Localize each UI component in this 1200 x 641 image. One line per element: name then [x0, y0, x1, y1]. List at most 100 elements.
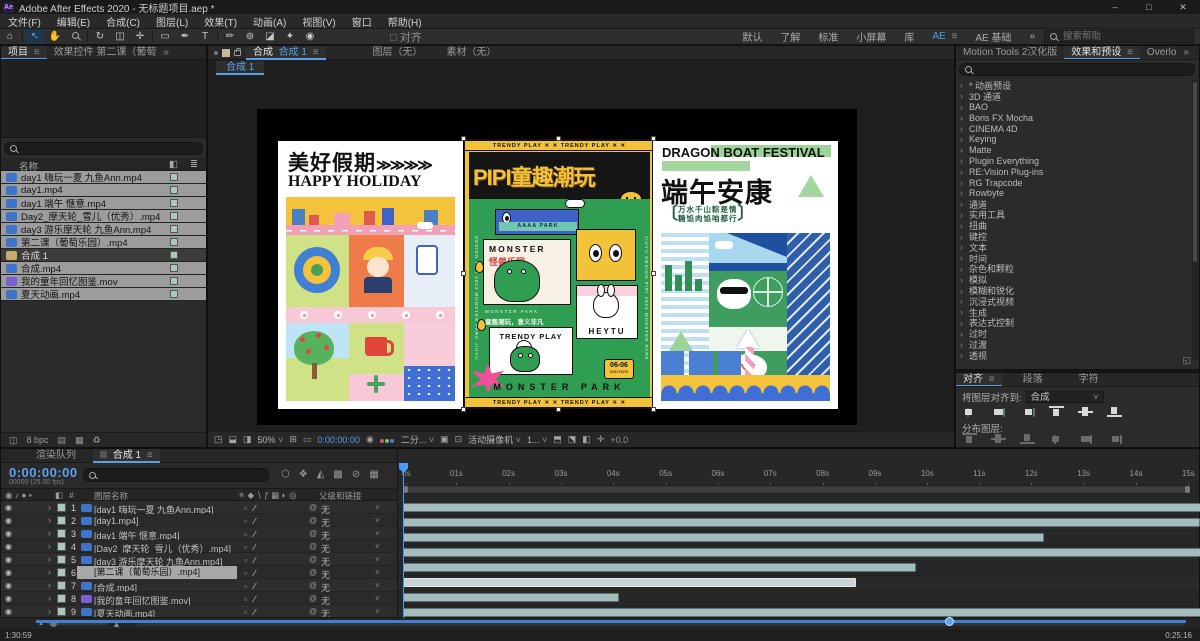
expand-arrow-icon[interactable]: ›: [960, 296, 969, 306]
hand-tool-icon[interactable]: ✋: [45, 29, 65, 44]
expand-arrow-icon[interactable]: ›: [960, 350, 969, 360]
player-progress-handle[interactable]: [944, 617, 954, 626]
parent-pickwhip-icon[interactable]: @: [309, 529, 317, 538]
expand-arrow-icon[interactable]: ›: [960, 242, 969, 252]
effects-group-row[interactable]: › Plugin Everything: [956, 156, 1194, 167]
expand-arrow-icon[interactable]: ›: [960, 318, 969, 328]
expand-arrow-icon[interactable]: ›: [960, 188, 969, 198]
tab-paragraph[interactable]: 段落: [1016, 373, 1050, 386]
effects-group-row[interactable]: › BAO: [956, 102, 1194, 113]
close-button[interactable]: ✕: [1166, 0, 1200, 14]
align-left-icon[interactable]: [962, 406, 977, 417]
expand-arrow-icon[interactable]: ›: [960, 80, 969, 90]
brush-tool-icon[interactable]: ✏: [220, 29, 240, 44]
maximize-button[interactable]: □: [1132, 0, 1166, 14]
zoom-tool-icon[interactable]: [65, 29, 85, 44]
expand-arrow-icon[interactable]: ›: [48, 554, 51, 564]
quality-switch-icon[interactable]: ▫: [244, 529, 247, 539]
timeline-layer-row[interactable]: ◉ › 7 [合成.mp4] ▫ ∕ @ 无 ˅: [1, 579, 397, 593]
player-progress-bar[interactable]: [36, 617, 1186, 626]
effects-group-row[interactable]: › RG Trapcode: [956, 177, 1194, 188]
help-search[interactable]: [1044, 30, 1194, 43]
effects-group-row[interactable]: › 透视: [956, 350, 1194, 361]
collapse-switch-icon[interactable]: ∕: [254, 607, 256, 617]
label-color-chip[interactable]: [57, 516, 66, 525]
visibility-eye-icon[interactable]: ◉: [5, 607, 12, 616]
collapse-switch-icon[interactable]: ∕: [254, 555, 256, 565]
help-search-input[interactable]: [1061, 30, 1171, 43]
selection-tool-icon[interactable]: ↖: [25, 29, 45, 44]
menu-effect[interactable]: 效果(T): [196, 14, 245, 29]
label-color-chip[interactable]: [57, 503, 66, 512]
effects-group-row[interactable]: › 杂色和颗粒: [956, 264, 1194, 275]
quality-switch-icon[interactable]: ▫: [244, 555, 247, 565]
effects-group-row[interactable]: › 过渡: [956, 339, 1194, 351]
label-color-chip[interactable]: [170, 277, 178, 285]
comp-viewer-tab[interactable]: 合成 1: [216, 61, 265, 75]
expand-arrow-icon[interactable]: ›: [960, 275, 969, 285]
puppet-pin-tool-icon[interactable]: ◉: [300, 29, 320, 44]
rotate-tool-icon[interactable]: ↻: [90, 29, 110, 44]
viewer-timecode[interactable]: 0:00:00:00: [317, 435, 360, 445]
primary-viewer-icon[interactable]: ⬓: [229, 434, 238, 445]
new-preset-icon[interactable]: ◱: [1182, 355, 1191, 366]
label-color-chip[interactable]: [57, 581, 66, 590]
poster-happy-holiday[interactable]: 美好假期≫≫≫≫ HAPPY HOLIDAY: [278, 141, 463, 409]
fast-previews-icon[interactable]: ⬔: [568, 434, 577, 445]
expand-arrow-icon[interactable]: ›: [48, 606, 51, 616]
timeline-search[interactable]: [83, 466, 269, 484]
label-color-chip[interactable]: [170, 290, 178, 298]
roi-icon[interactable]: ▣: [440, 434, 449, 445]
expand-arrow-icon[interactable]: ›: [960, 210, 969, 220]
expand-arrow-icon[interactable]: ›: [48, 528, 51, 538]
workspace-default[interactable]: 默认: [733, 29, 771, 44]
align-right-icon[interactable]: [1020, 406, 1035, 417]
parent-pickwhip-icon[interactable]: @: [309, 555, 317, 564]
current-time-display[interactable]: 0:00:00:00: [9, 465, 78, 480]
layer-duration-bar[interactable]: [403, 518, 1200, 527]
camera-tool-icon[interactable]: ◫: [110, 29, 130, 44]
selection-handle[interactable]: [556, 407, 561, 412]
shape-tool-icon[interactable]: ▭: [155, 29, 175, 44]
selection-handle[interactable]: [461, 407, 466, 412]
layer-duration-bar[interactable]: [403, 608, 1200, 617]
new-folder-icon[interactable]: ▤: [58, 435, 67, 446]
expand-arrow-icon[interactable]: ›: [960, 199, 969, 209]
label-color-chip[interactable]: [57, 568, 66, 577]
expand-arrow-icon[interactable]: ›: [960, 167, 969, 177]
collapse-switch-icon[interactable]: ∕: [254, 542, 256, 552]
collapse-switch-icon[interactable]: ∕: [254, 581, 256, 591]
tab-timeline-comp[interactable]: 合成 1 ≡: [93, 448, 160, 463]
selection-handle[interactable]: [461, 136, 466, 141]
quality-switch-icon[interactable]: ▫: [244, 581, 247, 591]
timeline-layer-row[interactable]: ◉ › 6 [第二课（葡萄乐园）.mp4] ▫ ∕ @ 无 ˅: [1, 566, 397, 580]
quality-switch-icon[interactable]: ▫: [244, 607, 247, 617]
tab-align[interactable]: 对齐 ≡: [956, 373, 1002, 386]
expand-arrow-icon[interactable]: ›: [48, 541, 51, 551]
tab-overflow-chevron[interactable]: »: [1183, 47, 1189, 58]
timeline-search-input[interactable]: [100, 466, 240, 484]
snap-checkbox[interactable]: □ 对齐: [390, 29, 422, 45]
color-depth-button[interactable]: 8 bpc: [27, 435, 49, 445]
effects-group-row[interactable]: › CINEMA 4D: [956, 123, 1194, 134]
expand-arrow-icon[interactable]: ›: [960, 264, 969, 274]
layer-duration-bar[interactable]: [403, 503, 1200, 512]
layer-name[interactable]: [day1.mp4]: [94, 516, 236, 526]
expand-arrow-icon[interactable]: ›: [960, 102, 969, 112]
layer-duration-bar[interactable]: [403, 533, 1044, 542]
grid-guides-icon[interactable]: ⊞: [289, 434, 297, 445]
minimize-button[interactable]: –: [1098, 0, 1132, 14]
tab-render-queue[interactable]: 渲染队列: [29, 449, 83, 463]
effects-group-row[interactable]: › RE:Vision Plug-ins: [956, 166, 1194, 177]
project-search-input[interactable]: [21, 140, 181, 157]
expand-arrow-icon[interactable]: ›: [48, 567, 51, 577]
expand-arrow-icon[interactable]: ›: [48, 593, 51, 603]
expand-arrow-icon[interactable]: ›: [960, 113, 969, 123]
effects-group-row[interactable]: › Boris FX Mocha: [956, 112, 1194, 123]
timeline-layer-row[interactable]: ◉ › 4 [Day2_摩天轮_雪儿（优秀）.mp4] ▫ ∕ @ 无 ˅: [1, 540, 397, 554]
tab-motion-tools[interactable]: Motion Tools 2汉化版: [956, 46, 1064, 59]
visibility-eye-icon[interactable]: ◉: [5, 503, 12, 512]
selection-handle[interactable]: [651, 136, 656, 141]
workspace-ae-active[interactable]: AE ≡: [923, 31, 966, 42]
distribute-horizontal-center-icon[interactable]: [1078, 433, 1093, 444]
